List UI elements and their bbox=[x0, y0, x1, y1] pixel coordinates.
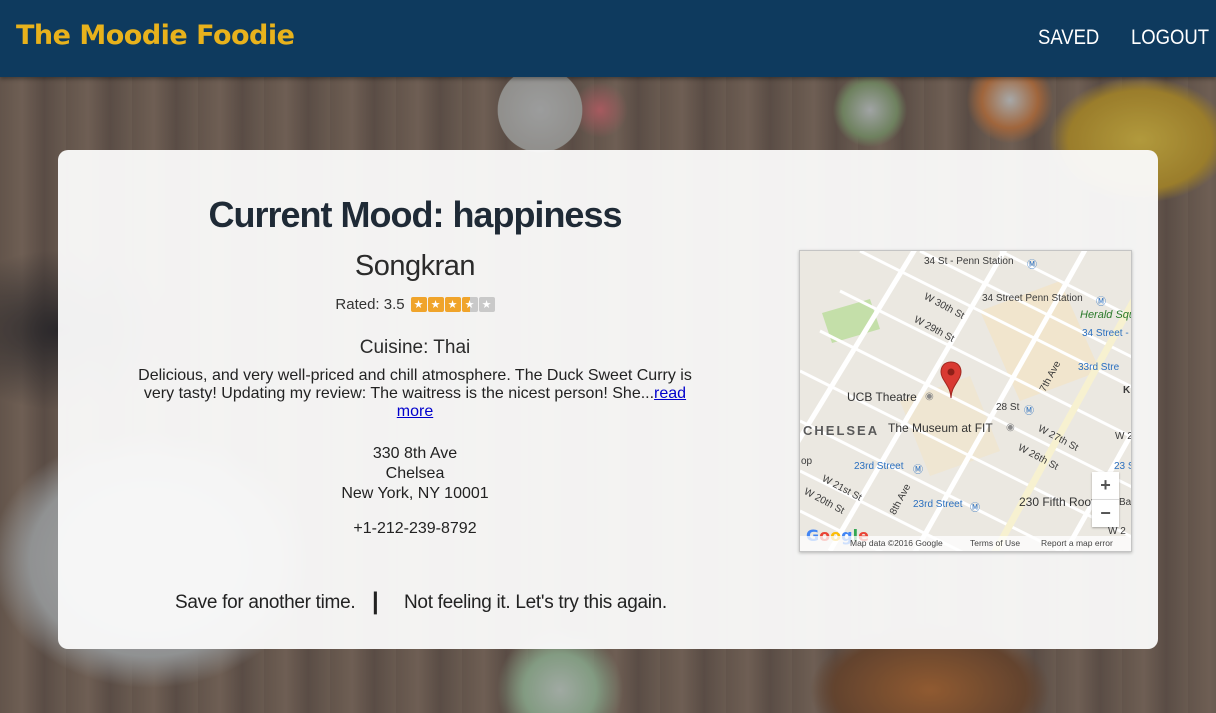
cuisine-label: Cuisine: Thai bbox=[359, 337, 471, 358]
subway-icon: Ⓜ bbox=[1027, 260, 1037, 271]
map-label: CHELSEA bbox=[803, 423, 880, 438]
subway-icon: Ⓜ bbox=[970, 503, 980, 514]
review-snippet: Delicious, and very well-priced and chil… bbox=[133, 367, 697, 421]
map-label: 33rd Stre bbox=[1078, 362, 1120, 373]
map-label: op bbox=[801, 456, 813, 467]
empty-star-icon: ★ bbox=[478, 297, 495, 312]
star-icon: ★ bbox=[410, 297, 427, 312]
review-text: Delicious, and very well-priced and chil… bbox=[138, 367, 692, 402]
map-label: 34 St - Penn Station bbox=[924, 256, 1014, 267]
save-for-later-button[interactable]: Save for another time. bbox=[175, 592, 356, 614]
address-neighborhood: Chelsea bbox=[385, 465, 445, 482]
theatre-icon: ◉ bbox=[925, 391, 934, 402]
restaurant-name: Songkran bbox=[354, 250, 476, 282]
report-map-error-link[interactable]: Report a map error bbox=[1041, 536, 1113, 551]
subway-icon: Ⓜ bbox=[1024, 406, 1034, 417]
nav-logout-link[interactable]: LOGOUT bbox=[1131, 26, 1209, 50]
half-star-icon: ★ bbox=[461, 297, 478, 312]
phone-number: +1-212-239-8792 bbox=[353, 520, 477, 537]
map-label: 23rd Street bbox=[854, 461, 904, 472]
map-data-attribution: Map data ©2016 Google bbox=[850, 538, 943, 548]
try-again-button[interactable]: Not feeling it. Let's try this again. bbox=[404, 592, 667, 614]
map-label: Herald Squ bbox=[1080, 309, 1132, 321]
nav-saved-link[interactable]: SAVED bbox=[1038, 26, 1099, 50]
rating-label: Rated: 3.5 bbox=[335, 296, 405, 313]
rating-row: Rated: 3.5 ★ ★ ★ ★ ★ bbox=[128, 296, 702, 313]
map-label: 230 Fifth Roof bbox=[1019, 495, 1095, 509]
address-street: 330 8th Ave bbox=[372, 445, 458, 462]
subway-icon: Ⓜ bbox=[1096, 297, 1106, 308]
map-attribution-bar: Map data ©2016 Google Terms of Use Repor… bbox=[800, 536, 1131, 551]
map-label: K bbox=[1123, 385, 1131, 396]
map-label: 28 St bbox=[996, 402, 1020, 413]
museum-icon: ◉ bbox=[1006, 422, 1015, 433]
action-row: Save for another time. | Not feeling it.… bbox=[128, 588, 702, 618]
restaurant-card: Current Mood: happiness Songkran Rated: … bbox=[58, 150, 1158, 649]
map-label: 23rd Street bbox=[913, 499, 963, 510]
top-navbar: The Moodie Foodie SAVED LOGOUT bbox=[0, 0, 1216, 77]
current-mood-title: Current Mood: happiness bbox=[208, 194, 622, 235]
star-icon: ★ bbox=[444, 297, 461, 312]
action-divider: | bbox=[372, 588, 379, 615]
map-label: UCB Theatre bbox=[847, 390, 917, 404]
address-city: New York, NY 10001 bbox=[341, 485, 489, 502]
map-label: 23 S bbox=[1114, 461, 1131, 472]
star-rating: ★ ★ ★ ★ ★ bbox=[410, 297, 495, 312]
map-label: W 2 bbox=[1115, 431, 1132, 442]
terms-of-use-link[interactable]: Terms of Use bbox=[970, 536, 1020, 551]
map-label: Ba bbox=[1119, 497, 1132, 508]
brand-logo[interactable]: The Moodie Foodie bbox=[16, 20, 295, 51]
map-zoom-out-button[interactable]: − bbox=[1092, 500, 1119, 527]
star-icon: ★ bbox=[427, 297, 444, 312]
map-label: 34 Street Penn Station bbox=[982, 293, 1083, 304]
map-label: 34 Street - Hera bbox=[1082, 328, 1131, 339]
map-zoom-in-button[interactable]: + bbox=[1092, 472, 1119, 500]
subway-icon: Ⓜ bbox=[913, 465, 923, 476]
address-block: 330 8th Ave Chelsea New York, NY 10001 bbox=[128, 444, 702, 504]
map-label: The Museum at FIT bbox=[888, 421, 993, 435]
google-map[interactable]: 34 St - Penn Station Ⓜ 34 Street Penn St… bbox=[799, 250, 1132, 552]
